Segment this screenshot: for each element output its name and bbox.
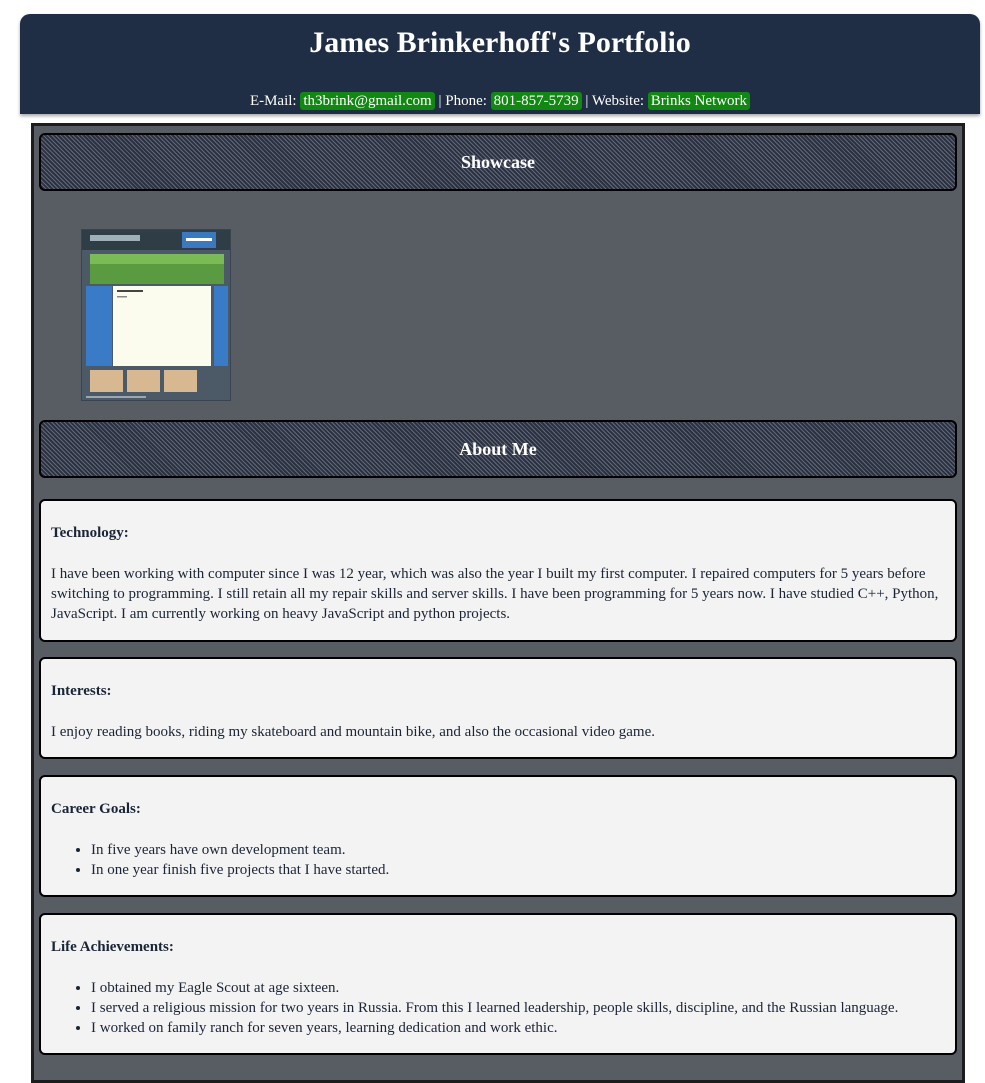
interests-text: I enjoy reading books, riding my skatebo… — [51, 724, 656, 740]
phone-label: Phone: — [445, 93, 487, 109]
list-item: I worked on family ranch for seven years… — [91, 1018, 945, 1038]
list-item: In five years have own development team. — [91, 840, 945, 860]
technology-card: Technology: I have been working with com… — [39, 499, 957, 642]
about-heading: About Me — [39, 420, 957, 478]
showcase-thumbnail[interactable] — [81, 229, 231, 401]
website-link[interactable]: Brinks Network — [647, 92, 751, 110]
list-item: I served a religious mission for two yea… — [91, 998, 945, 1018]
phone-link[interactable]: 801-857-5739 — [490, 92, 582, 110]
main-content: Showcase About Me Technology: I have bee… — [31, 123, 965, 1083]
life-achievements-title: Life Achievements: — [51, 939, 174, 955]
list-item: I obtained my Eagle Scout at age sixteen… — [91, 978, 945, 998]
website-preview-image — [82, 230, 230, 400]
technology-text: I have been working with computer since … — [51, 566, 939, 622]
page-title: James Brinkerhoff's Portfolio — [309, 26, 691, 59]
contact-bar: E-Mail: th3brink@gmail.com | Phone: 801-… — [20, 91, 980, 111]
career-goals-title: Career Goals: — [51, 801, 141, 817]
career-goals-list: In five years have own development team.… — [51, 840, 945, 880]
email-link[interactable]: th3brink@gmail.com — [300, 92, 435, 110]
interests-title: Interests: — [51, 683, 112, 699]
email-label: E-Mail: — [249, 93, 297, 109]
technology-title: Technology: — [51, 525, 129, 541]
separator: | — [585, 93, 589, 109]
separator: | — [438, 93, 442, 109]
life-achievements-card: Life Achievements: I obtained my Eagle S… — [39, 913, 957, 1055]
career-goals-card: Career Goals: In five years have own dev… — [39, 775, 957, 897]
showcase-heading: Showcase — [39, 133, 957, 191]
website-label: Website: — [591, 93, 645, 109]
list-item: In one year finish five projects that I … — [91, 860, 945, 880]
life-achievements-list: I obtained my Eagle Scout at age sixteen… — [51, 978, 945, 1038]
interests-card: Interests: I enjoy reading books, riding… — [39, 657, 957, 759]
page-header: James Brinkerhoff's Portfolio E-Mail: th… — [20, 14, 980, 114]
